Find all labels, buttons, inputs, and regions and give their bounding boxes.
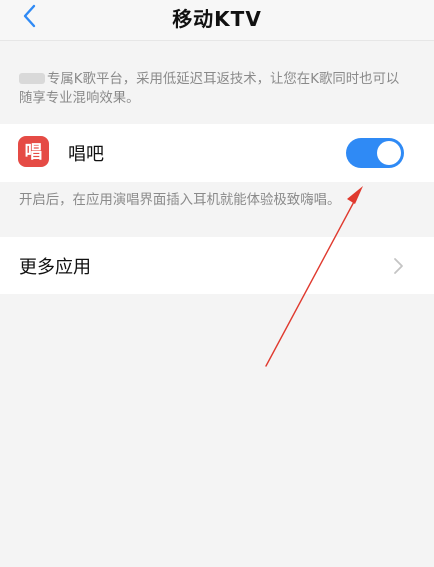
description-label: 专属K歌平台，采用低延迟耳返技术，让您在K歌同时也可以随享专业混响效果。 [19, 72, 400, 106]
page-title: 移动KTV [172, 7, 262, 31]
description-text: 专属K歌平台，采用低延迟耳返技术，让您在K歌同时也可以随享专业混响效果。 [19, 70, 409, 108]
top-bar: 移动KTV [0, 0, 434, 41]
more-apps-row[interactable]: 更多应用 [0, 237, 434, 294]
hint-text: 开启后，在应用演唱界面插入耳机就能体验极致嗨唱。 [19, 193, 341, 208]
changba-toggle[interactable] [346, 138, 404, 168]
more-apps-label: 更多应用 [19, 257, 91, 278]
app-name: 唱吧 [68, 144, 104, 165]
app-row-changba: 唱 唱吧 [0, 124, 434, 182]
toggle-knob [377, 141, 401, 165]
chevron-right-icon [394, 258, 403, 274]
changba-app-icon: 唱 [18, 136, 49, 167]
changba-logo-glyph: 唱 [25, 142, 43, 163]
changba-logo-text: 唱 [25, 142, 43, 163]
redacted-brand [19, 73, 45, 84]
